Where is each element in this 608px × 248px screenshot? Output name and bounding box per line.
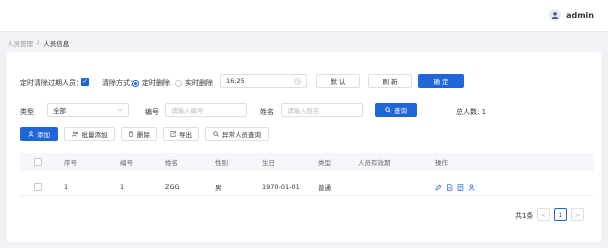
add-button-label: 添加 bbox=[37, 131, 50, 139]
next-page-button[interactable]: > bbox=[571, 208, 584, 221]
delete-button-label: 删除 bbox=[137, 131, 150, 139]
search-icon bbox=[385, 107, 391, 113]
top-bar: admin bbox=[0, 0, 608, 32]
record-icon[interactable] bbox=[457, 183, 464, 191]
auto-clear-checkbox[interactable]: ✓ bbox=[81, 78, 89, 86]
id-input-placeholder: 请输入编号 bbox=[171, 107, 204, 115]
radio-realtime-label: 实时删除 bbox=[185, 79, 213, 87]
batch-add-button-label: 批量添加 bbox=[81, 131, 108, 139]
default-button[interactable]: 默 认 bbox=[316, 74, 360, 88]
time-value: 16:25 bbox=[226, 77, 245, 85]
radio-dot-unchecked bbox=[175, 79, 182, 87]
row-actions bbox=[435, 178, 475, 196]
id-label: 编号 bbox=[145, 108, 159, 116]
export-button[interactable]: 导出 bbox=[163, 127, 199, 141]
col-header-id: 编号 bbox=[120, 159, 133, 167]
page-1-button[interactable]: 1 bbox=[554, 208, 567, 221]
clock-icon bbox=[294, 77, 301, 85]
breadcrumb-current: 人员信息 bbox=[43, 40, 70, 48]
select-all-cell[interactable] bbox=[34, 153, 42, 171]
cell-seq: 1 bbox=[64, 183, 69, 191]
search-icon bbox=[213, 131, 219, 137]
add-button[interactable]: 添加 bbox=[20, 127, 58, 141]
radio-timed-delete[interactable]: 定时删除 bbox=[132, 78, 170, 88]
col-header-gender: 性别 bbox=[215, 159, 228, 167]
abnormal-query-button[interactable]: 异常人员查询 bbox=[205, 127, 269, 141]
name-input-placeholder: 请输入姓名 bbox=[287, 107, 320, 115]
person-icon[interactable] bbox=[468, 183, 475, 191]
user-avatar-icon bbox=[549, 9, 562, 21]
batch-add-button[interactable]: 批量添加 bbox=[64, 127, 115, 141]
edit-icon[interactable] bbox=[435, 184, 442, 191]
username: admin bbox=[566, 10, 594, 20]
main-panel: 定时清除过期人员： ✓ 清除方式： 定时删除 实时删除 16:25 默 认 刷 … bbox=[7, 52, 601, 242]
default-button-label: 默 认 bbox=[330, 78, 346, 86]
export-button-label: 导出 bbox=[179, 131, 192, 139]
cell-name: ZGG bbox=[165, 183, 180, 191]
select-all-checkbox[interactable] bbox=[34, 158, 42, 166]
user-icon bbox=[28, 131, 34, 137]
table-row[interactable]: 1 1 ZGG 男 1970-01-01 普通 bbox=[20, 178, 594, 196]
cell-id: 1 bbox=[120, 183, 125, 191]
breadcrumb-separator: / bbox=[37, 38, 40, 46]
refresh-button[interactable]: 刷 新 bbox=[368, 74, 412, 88]
users-icon bbox=[71, 131, 78, 137]
pagination: < 1 > bbox=[537, 208, 584, 221]
chevron-down-icon bbox=[117, 108, 123, 112]
col-header-actions: 操作 bbox=[435, 159, 448, 167]
row-select-cell[interactable] bbox=[34, 178, 42, 196]
col-header-type: 类型 bbox=[318, 159, 331, 167]
radio-timed-label: 定时删除 bbox=[142, 79, 170, 87]
col-header-seq: 序号 bbox=[64, 159, 77, 167]
cell-birthday: 1970-01-01 bbox=[262, 183, 300, 191]
type-select[interactable]: 全部 bbox=[47, 103, 129, 117]
refresh-button-label: 刷 新 bbox=[382, 78, 398, 86]
pagination-total: 共1条 bbox=[515, 212, 534, 220]
time-picker[interactable]: 16:25 bbox=[220, 74, 307, 88]
total-count: 总人数: 1 bbox=[456, 108, 487, 116]
col-header-birthday: 生日 bbox=[262, 159, 275, 167]
user-menu[interactable]: admin bbox=[549, 9, 594, 21]
prev-page-button[interactable]: < bbox=[537, 208, 550, 221]
name-input[interactable]: 请输入姓名 bbox=[281, 103, 363, 117]
type-label: 类型 bbox=[20, 108, 34, 116]
type-select-value: 全部 bbox=[53, 107, 66, 115]
row-checkbox[interactable] bbox=[34, 183, 42, 191]
search-button[interactable]: 查询 bbox=[375, 103, 417, 117]
export-icon bbox=[170, 131, 176, 137]
document-icon[interactable] bbox=[446, 183, 453, 191]
breadcrumb-parent[interactable]: 人员管理 bbox=[7, 38, 33, 48]
breadcrumb: 人员管理 / 人员信息 bbox=[7, 38, 69, 48]
cell-type: 普通 bbox=[318, 184, 331, 192]
radio-dot-checked bbox=[132, 79, 139, 87]
trash-icon bbox=[128, 131, 134, 137]
auto-clear-label: 定时清除过期人员： bbox=[20, 79, 83, 87]
table-header: 序号 编号 姓名 性别 生日 类型 人员有效期 操作 bbox=[20, 153, 594, 171]
col-header-name: 姓名 bbox=[165, 159, 178, 167]
delete-button[interactable]: 删除 bbox=[121, 127, 157, 141]
confirm-button[interactable]: 确 定 bbox=[418, 74, 464, 88]
confirm-button-label: 确 定 bbox=[433, 78, 449, 86]
id-input[interactable]: 请输入编号 bbox=[165, 103, 247, 117]
search-button-label: 查询 bbox=[394, 107, 407, 115]
cell-gender: 男 bbox=[215, 184, 222, 192]
name-label: 姓名 bbox=[260, 108, 274, 116]
abnormal-query-button-label: 异常人员查询 bbox=[222, 131, 261, 139]
col-header-validity: 人员有效期 bbox=[358, 159, 391, 167]
radio-realtime-delete[interactable]: 实时删除 bbox=[175, 78, 213, 88]
